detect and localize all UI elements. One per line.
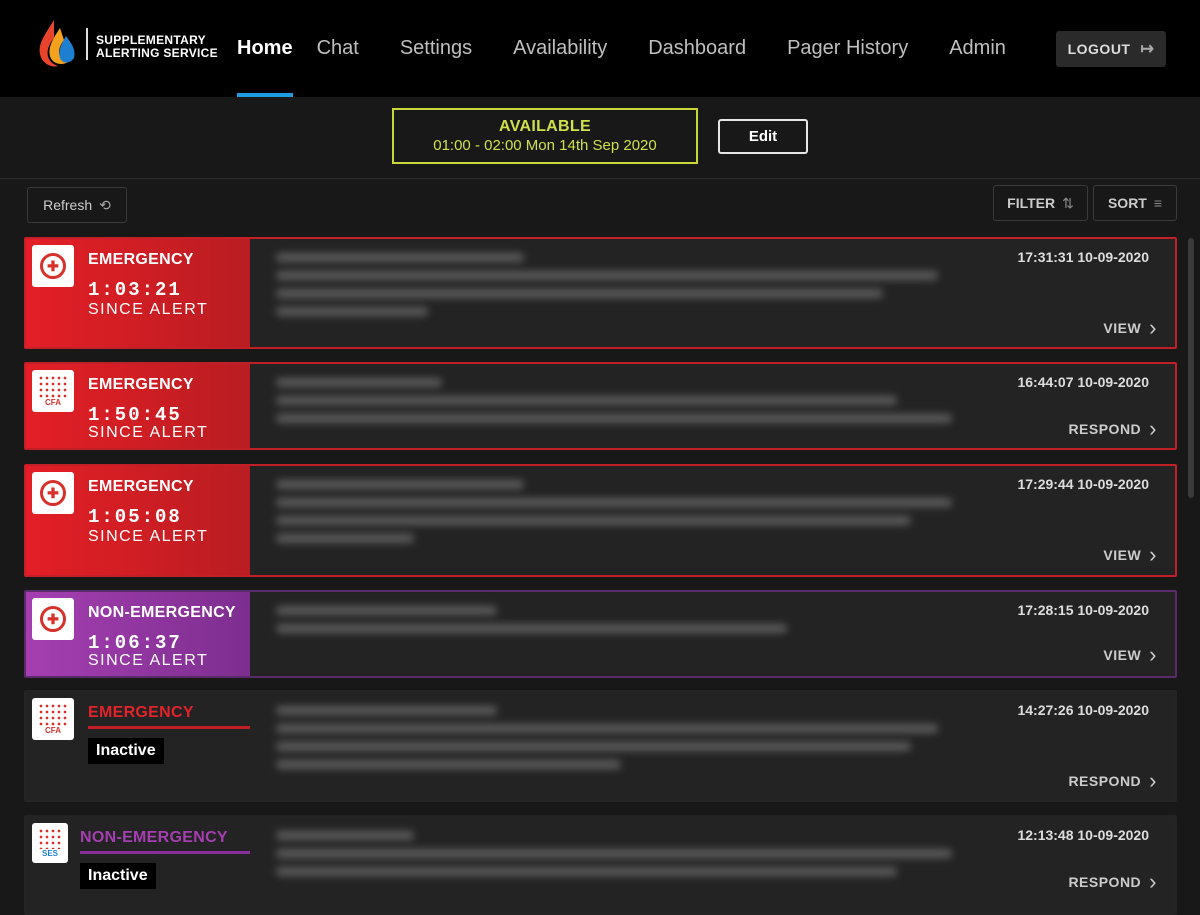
alert-since-label: SINCE ALERT xyxy=(88,424,209,441)
nav-settings[interactable]: Settings xyxy=(383,0,489,97)
alert-type: EMERGENCY xyxy=(88,478,194,495)
alert-timer: 1:03:21 xyxy=(88,279,182,301)
logo-text-line2: ALERTING SERVICE xyxy=(96,46,218,60)
alert-message-blurred xyxy=(276,253,966,325)
alert-since-label: SINCE ALERT xyxy=(88,301,209,318)
alert-action-label: RESPOND xyxy=(1068,421,1142,437)
logout-button[interactable]: LOGOUT ↦ xyxy=(1056,31,1166,67)
alert-message-blurred xyxy=(276,480,966,552)
alert-action-label: VIEW xyxy=(1103,547,1142,563)
alert-type: NON-EMERGENCY xyxy=(80,829,228,846)
alert-datetime: 17:28:15 10-09-2020 xyxy=(1017,602,1149,618)
nav-home[interactable]: Home xyxy=(220,0,293,97)
alert-view-button[interactable]: VIEW › xyxy=(1103,642,1157,668)
alert-message-blurred xyxy=(276,831,966,885)
filter-label: FILTER xyxy=(1007,195,1056,211)
chevron-right-icon: › xyxy=(1149,768,1157,793)
alert-card[interactable]: ✚ EMERGENCY 1:05:08 SINCE ALERT 17:29:44… xyxy=(24,464,1177,577)
cfa-badge-icon: CFA xyxy=(32,370,74,412)
alert-datetime: 17:31:31 10-09-2020 xyxy=(1017,249,1149,265)
nav-availability[interactable]: Availability xyxy=(496,0,624,97)
chevron-right-icon: › xyxy=(1149,642,1157,667)
alert-since-label: SINCE ALERT xyxy=(88,652,209,669)
alert-card[interactable]: CFA EMERGENCY 1:50:45 SINCE ALERT 16:44:… xyxy=(24,362,1177,450)
ambulance-badge-icon: ✚ xyxy=(32,245,74,287)
ambulance-badge-icon: ✚ xyxy=(32,472,74,514)
alert-view-button[interactable]: VIEW › xyxy=(1103,315,1157,341)
nav-dashboard[interactable]: Dashboard xyxy=(631,0,763,97)
logo-text: SUPPLEMENTARY ALERTING SERVICE xyxy=(96,34,218,60)
alert-view-button[interactable]: VIEW › xyxy=(1103,542,1157,568)
alert-timer: 1:50:45 xyxy=(88,404,182,426)
alert-type: EMERGENCY xyxy=(88,704,194,721)
cfa-badge-icon: CFA xyxy=(32,698,74,740)
alert-severity-panel: CFA EMERGENCY Inactive xyxy=(26,692,250,800)
refresh-label: Refresh xyxy=(43,197,93,213)
logout-label: LOGOUT xyxy=(1067,41,1131,57)
chevron-right-icon: › xyxy=(1149,542,1157,567)
filter-icon: ⇅ xyxy=(1062,194,1074,211)
alert-action-label: RESPOND xyxy=(1068,874,1142,890)
alert-action-label: VIEW xyxy=(1103,647,1142,663)
refresh-icon: ⟲ xyxy=(99,196,111,213)
alert-card[interactable]: ✚ NON-EMERGENCY 1:06:37 SINCE ALERT 17:2… xyxy=(24,590,1177,678)
availability-time: 01:00 - 02:00 Mon 14th Sep 2020 xyxy=(433,137,657,154)
alert-datetime: 14:27:26 10-09-2020 xyxy=(1017,702,1149,718)
alert-card[interactable]: ✚ EMERGENCY 1:03:21 SINCE ALERT 17:31:31… xyxy=(24,237,1177,349)
sort-label: SORT xyxy=(1107,195,1147,211)
chevron-right-icon: › xyxy=(1149,315,1157,340)
main-nav: Home Chat Settings Availability Dashboar… xyxy=(220,0,1030,97)
alert-respond-button[interactable]: RESPOND › xyxy=(1068,869,1157,895)
edit-availability-button[interactable]: Edit xyxy=(718,119,808,154)
ambulance-badge-icon: ✚ xyxy=(32,598,74,640)
alert-severity-panel: ✚ EMERGENCY 1:05:08 SINCE ALERT xyxy=(26,466,250,575)
alert-type: EMERGENCY xyxy=(88,251,194,268)
inactive-badge: Inactive xyxy=(88,738,164,764)
alert-severity-panel: SES NON-EMERGENCY Inactive xyxy=(26,817,250,913)
alert-severity-panel: CFA EMERGENCY 1:50:45 SINCE ALERT xyxy=(26,364,250,448)
alert-card[interactable]: SES NON-EMERGENCY Inactive 12:13:48 10-0… xyxy=(24,815,1177,915)
alert-datetime: 12:13:48 10-09-2020 xyxy=(1017,827,1149,843)
nav-pager-history[interactable]: Pager History xyxy=(770,0,925,97)
alert-type-underline xyxy=(88,726,250,729)
alert-respond-button[interactable]: RESPOND › xyxy=(1068,768,1157,794)
alert-type-underline xyxy=(80,851,250,854)
nav-chat[interactable]: Chat xyxy=(300,0,376,97)
alert-datetime: 16:44:07 10-09-2020 xyxy=(1017,374,1149,390)
sort-button[interactable]: SORT ≡ xyxy=(1093,185,1177,221)
alert-type: EMERGENCY xyxy=(88,376,194,393)
alert-action-label: VIEW xyxy=(1103,320,1142,336)
logo-divider xyxy=(86,28,88,60)
alert-type: NON-EMERGENCY xyxy=(88,604,236,621)
alert-respond-button[interactable]: RESPOND › xyxy=(1068,416,1157,442)
alert-datetime: 17:29:44 10-09-2020 xyxy=(1017,476,1149,492)
availability-bar: AVAILABLE 01:00 - 02:00 Mon 14th Sep 202… xyxy=(0,97,1200,179)
alert-message-blurred xyxy=(276,606,966,642)
alert-timer: 1:05:08 xyxy=(88,506,182,528)
alert-card[interactable]: CFA EMERGENCY Inactive 14:27:26 10-09-20… xyxy=(24,690,1177,802)
list-scrollbar[interactable] xyxy=(1188,238,1194,498)
refresh-button[interactable]: Refresh ⟲ xyxy=(27,187,127,223)
alert-message-blurred xyxy=(276,706,966,778)
flame-drop-logo-icon xyxy=(39,20,75,67)
top-navigation-bar: SUPPLEMENTARY ALERTING SERVICE Home Chat… xyxy=(0,0,1200,97)
alert-message-blurred xyxy=(276,378,966,432)
alert-severity-panel: ✚ NON-EMERGENCY 1:06:37 SINCE ALERT xyxy=(26,592,250,676)
inactive-badge: Inactive xyxy=(80,863,156,889)
alert-since-label: SINCE ALERT xyxy=(88,528,209,545)
sort-icon: ≡ xyxy=(1153,195,1163,211)
nav-admin[interactable]: Admin xyxy=(932,0,1023,97)
availability-status-box[interactable]: AVAILABLE 01:00 - 02:00 Mon 14th Sep 202… xyxy=(392,108,698,164)
logout-icon: ↦ xyxy=(1140,41,1155,58)
ses-badge-icon: SES xyxy=(32,823,68,863)
filter-button[interactable]: FILTER ⇅ xyxy=(993,185,1088,221)
list-toolbar: Refresh ⟲ FILTER ⇅ SORT ≡ xyxy=(0,180,1200,230)
alert-timer: 1:06:37 xyxy=(88,632,182,654)
chevron-right-icon: › xyxy=(1149,416,1157,441)
alert-action-label: RESPOND xyxy=(1068,773,1142,789)
alert-severity-panel: ✚ EMERGENCY 1:03:21 SINCE ALERT xyxy=(26,239,250,347)
availability-status: AVAILABLE xyxy=(499,118,591,135)
app-logo[interactable]: SUPPLEMENTARY ALERTING SERVICE xyxy=(36,18,236,70)
chevron-right-icon: › xyxy=(1149,869,1157,894)
